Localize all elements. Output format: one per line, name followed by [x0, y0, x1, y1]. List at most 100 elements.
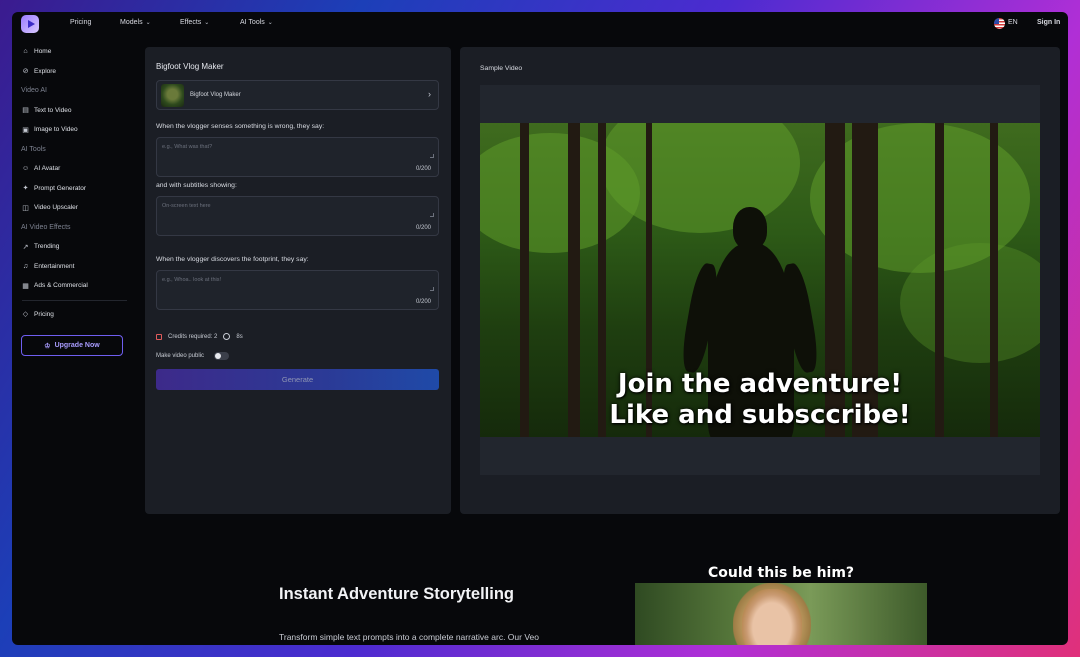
nav-ai-tools-label: AI Tools	[240, 19, 265, 26]
sidebar-item-explore[interactable]: ⊘ Explore	[12, 62, 137, 82]
chevron-right-icon: ›	[428, 89, 431, 99]
public-label: Make video public	[156, 353, 205, 359]
caption-line-2: Like and subsccribe!	[609, 400, 911, 430]
chevron-down-icon: ⌄	[267, 20, 273, 26]
logo-icon[interactable]	[21, 15, 39, 33]
sidebar-item-label: Entertainment	[34, 262, 75, 270]
clock-icon	[223, 333, 231, 340]
sidebar-item-label: Video Upscaler	[34, 204, 78, 212]
sign-in-link[interactable]: Sign In	[1037, 19, 1060, 26]
sidebar-section-ai-tools: AI Tools	[21, 145, 46, 153]
field3-placeholder: e.g., Whoa.. look at this!	[162, 277, 222, 283]
sidebar-item-image-to-video[interactable]: ▣ Image to Video	[12, 120, 137, 140]
credits-required: Credits required: 2	[168, 333, 218, 340]
sidebar-item-home[interactable]: ⌂ Home	[12, 42, 137, 62]
section-heading: Instant Adventure Storytelling	[279, 585, 514, 603]
public-toggle[interactable]	[214, 352, 230, 360]
promo-caption: Could this be him?	[707, 565, 855, 581]
sign-in-label: Sign In	[1037, 19, 1061, 26]
sidebar: ⌂ Home ⊘ Explore Video AI ▤ Text to Vide…	[12, 42, 137, 324]
sidebar-item-label: Ads & Commercial	[34, 282, 88, 290]
resize-handle-icon[interactable]	[430, 213, 434, 217]
tag-icon: ◇	[22, 311, 29, 319]
field3-textarea[interactable]: e.g., Whoa.. look at this! 0/200	[156, 270, 439, 310]
field2-label: and with subtitles showing:	[156, 182, 237, 189]
resize-handle-icon[interactable]	[430, 154, 434, 158]
entertainment-icon: ♫	[22, 262, 29, 270]
us-flag-icon[interactable]	[994, 18, 1005, 29]
sidebar-item-text-to-video[interactable]: ▤ Text to Video	[12, 101, 137, 121]
sample-video-panel: Sample Video Join the adventure! Like an…	[460, 47, 1060, 514]
sample-video-frame[interactable]: Join the adventure! Like and subsccribe!	[480, 123, 1040, 437]
section-text: Transform simple text prompts into a com…	[279, 632, 539, 642]
template-selector[interactable]: Bigfoot Vlog Maker ›	[156, 80, 439, 110]
chevron-down-icon: ⌄	[145, 20, 151, 26]
field1-textarea[interactable]: e.g., What was that? 0/200	[156, 137, 439, 177]
resize-handle-icon[interactable]	[430, 287, 434, 291]
face	[742, 589, 802, 645]
sidebar-item-label: Trending	[34, 243, 60, 251]
upscale-icon: ◫	[22, 204, 29, 212]
ads-icon: ▦	[22, 282, 29, 290]
field1-placeholder: e.g., What was that?	[162, 144, 213, 150]
language-selector[interactable]: EN	[1008, 19, 1018, 26]
foliage	[900, 243, 1040, 363]
public-setting: Make video public	[156, 352, 230, 360]
nav-models-label: Models	[120, 19, 143, 26]
sidebar-item-label: Text to Video	[34, 106, 72, 114]
field1-label: When the vlogger senses something is wro…	[156, 123, 325, 130]
field2-textarea[interactable]: On-screen text here 0/200	[156, 196, 439, 236]
promo-image	[635, 583, 927, 645]
sidebar-item-prompt-generator[interactable]: ✦ Prompt Generator	[12, 179, 137, 199]
nav-models[interactable]: Models ⌄	[120, 19, 151, 26]
app-window: Pricing Models ⌄ Effects ⌄ AI Tools ⌄ EN…	[12, 12, 1068, 645]
sidebar-item-ads-commercial[interactable]: ▦ Ads & Commercial	[12, 276, 137, 296]
upgrade-label: Upgrade Now	[54, 342, 100, 349]
field2-char-count: 0/200	[415, 225, 431, 231]
field2-placeholder: On-screen text here	[162, 203, 211, 209]
nav-effects-label: Effects	[180, 19, 202, 26]
video-player[interactable]: Join the adventure! Like and subsccribe!	[480, 85, 1040, 475]
template-name: Bigfoot Vlog Maker	[190, 92, 241, 98]
sample-video-title: Sample Video	[480, 65, 523, 72]
template-thumbnail	[161, 84, 184, 107]
sidebar-section-video-ai: Video AI	[21, 87, 47, 95]
sidebar-item-label: Explore	[34, 67, 57, 75]
generator-form-panel: Bigfoot Vlog Maker Bigfoot Vlog Maker › …	[145, 47, 451, 514]
sidebar-item-label: Pricing	[34, 310, 54, 318]
nav-pricing-label: Pricing	[70, 19, 92, 26]
sidebar-item-pricing[interactable]: ◇ Pricing	[12, 305, 137, 325]
document-icon: ▤	[22, 107, 29, 115]
sidebar-item-video-upscaler[interactable]: ◫ Video Upscaler	[12, 198, 137, 218]
sparkle-icon: ✦	[22, 185, 29, 193]
nav-pricing[interactable]: Pricing	[70, 19, 91, 26]
sidebar-item-label: Home	[34, 48, 52, 56]
sidebar-item-ai-avatar[interactable]: ☺ AI Avatar	[12, 159, 137, 179]
video-duration: 8s	[236, 333, 243, 340]
trending-icon: ↗	[22, 243, 29, 251]
upgrade-now-button[interactable]: ♔ Upgrade Now	[21, 335, 123, 356]
credits-icon	[156, 333, 162, 340]
caption-line-1: Join the adventure!	[617, 369, 903, 399]
field1-char-count: 0/200	[415, 166, 431, 172]
sidebar-section-effects: AI Video Effects	[21, 223, 71, 231]
chevron-down-icon: ⌄	[204, 20, 210, 26]
sidebar-item-entertainment[interactable]: ♫ Entertainment	[12, 257, 137, 277]
compass-icon: ⊘	[22, 68, 29, 76]
generation-meta: Credits required: 2 8s	[156, 333, 243, 340]
field3-label: When the vlogger discovers the footprint…	[156, 256, 309, 263]
field3-char-count: 0/200	[415, 299, 431, 305]
nav-effects[interactable]: Effects ⌄	[180, 19, 209, 26]
language-label: EN	[1008, 19, 1018, 26]
sidebar-divider	[22, 299, 127, 301]
generate-button[interactable]: Generate	[156, 369, 439, 390]
avatar-icon: ☺	[22, 165, 30, 173]
top-nav: Pricing Models ⌄ Effects ⌄ AI Tools ⌄ EN…	[12, 12, 1068, 36]
home-icon: ⌂	[23, 48, 28, 56]
generate-label: Generate	[281, 375, 314, 384]
crown-icon: ♔	[44, 342, 51, 350]
nav-ai-tools[interactable]: AI Tools ⌄	[240, 19, 273, 26]
form-title: Bigfoot Vlog Maker	[156, 62, 224, 71]
sidebar-item-trending[interactable]: ↗ Trending	[12, 237, 137, 257]
sidebar-item-label: AI Avatar	[34, 165, 61, 173]
